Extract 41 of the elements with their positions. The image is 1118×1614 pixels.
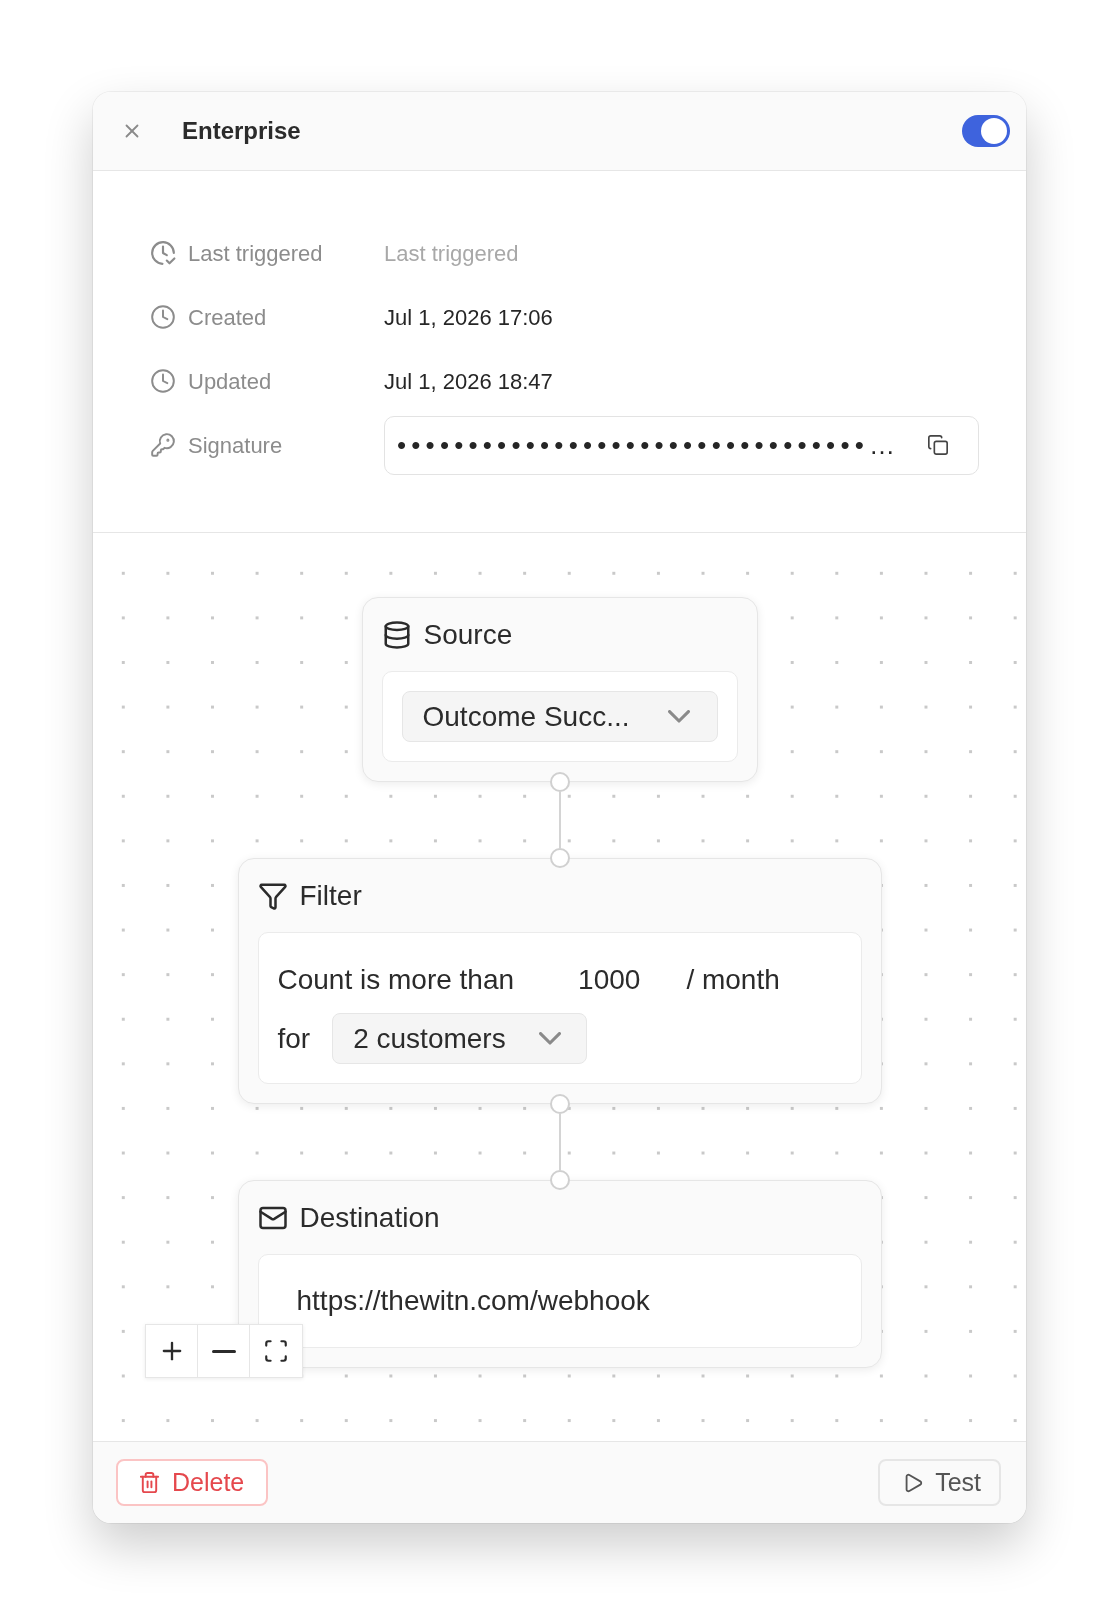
connector-line: [558, 1114, 561, 1170]
chevron-down-icon: [667, 710, 690, 723]
detail-value: Jul 1, 2026 18:47: [384, 367, 553, 396]
customers-select[interactable]: 2 customers: [332, 1013, 588, 1064]
detail-label: Created: [188, 303, 267, 332]
filter-node[interactable]: Filter Count is more than 1000 / month for 2 customers: [237, 858, 882, 1104]
period-text: / month: [686, 963, 780, 997]
node-title: Source: [423, 618, 513, 652]
detail-label: Last triggered: [188, 239, 323, 268]
corner-brackets-icon: [263, 1338, 289, 1364]
clock-icon: [150, 304, 176, 330]
webhook-url: https://thewitn.com/webhook: [296, 1284, 650, 1318]
clock-check-icon: [150, 240, 176, 266]
node-title: Destination: [299, 1201, 440, 1235]
condition-text: Count is more than: [277, 963, 515, 997]
connection-handle[interactable]: [549, 848, 570, 868]
connector-line: [558, 792, 561, 848]
panel-title: Enterprise: [182, 116, 301, 146]
trash-icon: [138, 1471, 161, 1494]
detail-value: Jul 1, 2026 17:06: [384, 303, 553, 332]
event-select[interactable]: Outcome Succ...: [401, 691, 718, 742]
enable-toggle[interactable]: [962, 115, 1010, 147]
node-title: Filter: [299, 879, 362, 913]
signature-field[interactable]: •••••••••••••••••••••••••••••••••…: [384, 415, 979, 475]
funnel-icon: [257, 881, 288, 911]
detail-label: Signature: [188, 431, 283, 460]
key-icon: [150, 432, 176, 458]
scope-label: for: [277, 1021, 311, 1056]
source-node[interactable]: Source Outcome Succ...: [361, 597, 758, 782]
toggle-knob: [981, 118, 1007, 144]
threshold-value: 1000: [578, 963, 641, 997]
detail-label: Updated: [188, 367, 272, 396]
destination-node[interactable]: Destination https://thewitn.com/webhook: [237, 1180, 882, 1368]
chevron-down-icon: [539, 1032, 562, 1045]
detail-value: Last triggered: [384, 239, 519, 268]
copy-icon: [927, 434, 949, 456]
test-button[interactable]: Test: [878, 1459, 1001, 1506]
clock-icon: [150, 368, 176, 394]
connection-handle[interactable]: [549, 1170, 570, 1190]
minus-icon: [211, 1349, 236, 1353]
delete-button[interactable]: Delete: [116, 1459, 269, 1506]
